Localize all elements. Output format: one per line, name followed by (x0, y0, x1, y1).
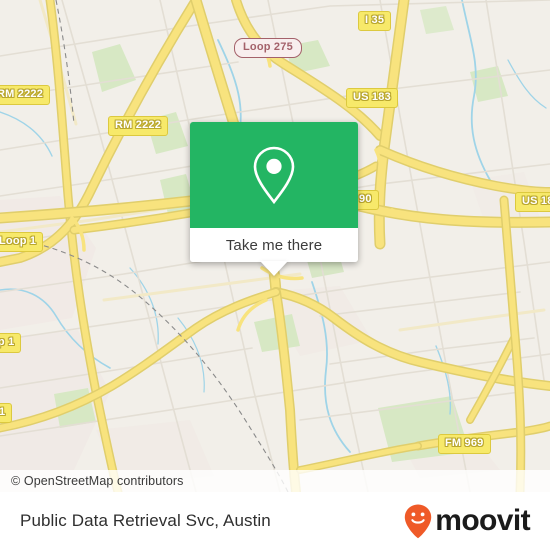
map-label-shield: op 1 (0, 333, 22, 353)
map-canvas[interactable]: .wtr{stroke:#9fd4e8;fill:none;stroke-lin… (0, 0, 550, 492)
place-popup-card[interactable]: Take me there (190, 122, 358, 276)
moovit-smiley-pin-icon (405, 504, 432, 539)
moovit-wordmark: moovit (435, 504, 530, 537)
map-label-shield: Loop 275 (234, 38, 302, 58)
osm-attribution-text: © OpenStreetMap contributors (11, 474, 184, 488)
page-footer: Public Data Retrieval Svc, Austin moovit (0, 492, 550, 550)
map-label-shield: FM 969 (438, 434, 491, 454)
take-me-there-button[interactable]: Take me there (190, 228, 358, 262)
map-label-shield: RM 2222 (0, 85, 51, 105)
map-label-shield: RM 2222 (108, 116, 169, 136)
map-label-shield: 1 (0, 403, 13, 423)
map-label-shield: US 183 (515, 192, 550, 212)
map-pin-icon (253, 146, 295, 205)
place-title: Public Data Retrieval Svc, Austin (20, 511, 271, 530)
map-attribution-bar: © OpenStreetMap contributors (0, 470, 550, 492)
map-label-shield: Loop 1 (0, 232, 44, 252)
map-label-shield: US 183 (346, 88, 398, 108)
moovit-place-card: .wtr{stroke:#9fd4e8;fill:none;stroke-lin… (0, 0, 550, 550)
moovit-logo[interactable]: moovit (403, 503, 531, 539)
map-label-shield: I 35 (358, 11, 392, 31)
take-me-there-label: Take me there (225, 236, 323, 254)
popup-header (190, 122, 358, 228)
popup-pointer (260, 261, 288, 276)
